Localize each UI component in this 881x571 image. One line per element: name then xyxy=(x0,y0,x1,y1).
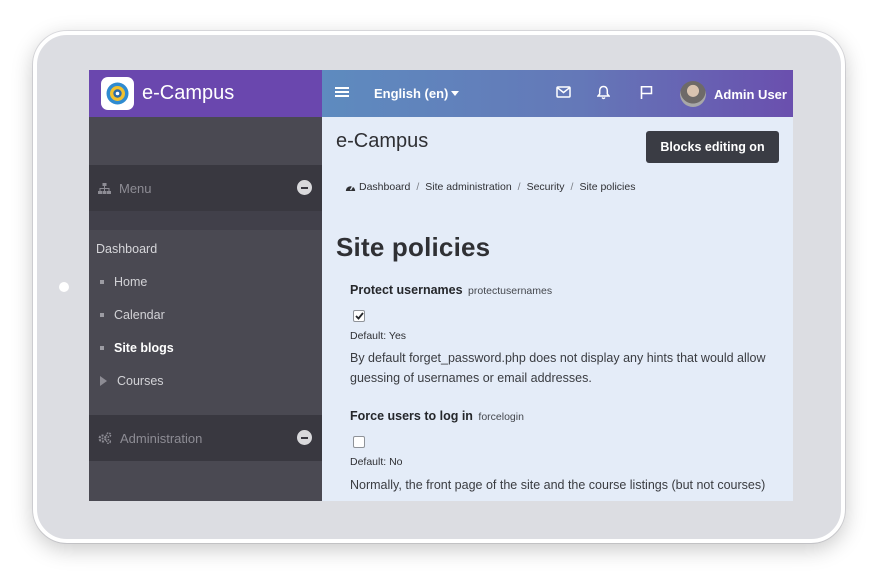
menu-block-header[interactable]: Menu xyxy=(89,165,322,211)
breadcrumb-separator: / xyxy=(517,181,521,193)
setting-description: Normally, the front page of the site and… xyxy=(350,478,766,492)
bullet-icon xyxy=(100,346,104,350)
tablet-camera-dot xyxy=(59,282,69,292)
sitemap-icon xyxy=(98,182,111,194)
language-label: English (en) xyxy=(374,86,449,101)
sidebar-item-label: Home xyxy=(114,275,148,289)
e-campus-logo-icon xyxy=(101,77,134,110)
page-title: Site policies xyxy=(336,232,491,262)
setting-label-forcelogin: Force users to log in forcelogin xyxy=(350,409,524,423)
language-menu[interactable]: English (en) xyxy=(374,86,460,101)
brand-area[interactable]: e-Campus xyxy=(89,70,322,117)
setting-key: protectusernames xyxy=(468,285,553,297)
mail-icon[interactable] xyxy=(556,86,571,98)
sidebar-item-calendar[interactable]: Calendar xyxy=(100,308,165,322)
site-title: e-Campus xyxy=(336,130,429,152)
breadcrumb: Dashboard / Site administration / Securi… xyxy=(345,181,635,193)
setting-label-protectusernames: Protect usernames protectusernames xyxy=(350,283,553,297)
breadcrumb-security[interactable]: Security xyxy=(527,181,565,193)
administration-block-header[interactable]: Administration xyxy=(89,415,322,461)
menu-collapse-icon[interactable] xyxy=(297,180,312,195)
dashboard-icon xyxy=(345,185,356,191)
sidebar-item-home[interactable]: Home xyxy=(100,275,147,289)
bullet-icon xyxy=(100,313,104,317)
breadcrumb-dashboard[interactable]: Dashboard xyxy=(345,181,410,193)
caret-down-icon xyxy=(451,91,460,96)
top-navbar: English (en) Admin User xyxy=(322,70,793,117)
setting-key: forcelogin xyxy=(478,411,524,423)
sidebar-item-dashboard[interactable]: Dashboard xyxy=(96,242,157,256)
sidebar: Menu Dashboard Home Calendar Site blogs … xyxy=(89,117,322,501)
menu-block-title: Menu xyxy=(119,180,152,196)
avatar xyxy=(680,81,706,107)
breadcrumb-separator: / xyxy=(570,181,574,193)
flag-icon[interactable] xyxy=(640,85,653,100)
breadcrumb-separator: / xyxy=(416,181,420,193)
checkmark-icon xyxy=(354,312,364,320)
breadcrumb-site-policies[interactable]: Site policies xyxy=(579,181,635,193)
main-content: e-Campus Blocks editing on Dashboard / S… xyxy=(322,117,793,501)
setting-default: Default: Yes xyxy=(350,330,407,342)
user-menu[interactable]: Admin User xyxy=(680,81,787,107)
screen: e-Campus English (en) Admin User Menu Da… xyxy=(89,70,793,501)
setting-description: By default forget_password.php does not … xyxy=(350,351,766,385)
sidebar-divider xyxy=(89,211,322,230)
sidebar-item-courses[interactable]: Courses xyxy=(100,374,164,388)
sidebar-item-label: Courses xyxy=(117,374,164,388)
bullet-icon xyxy=(100,280,104,284)
forcelogin-checkbox[interactable] xyxy=(353,436,365,448)
bell-icon[interactable] xyxy=(597,85,610,100)
setting-default: Default: No xyxy=(350,456,403,468)
administration-block-title: Administration xyxy=(120,430,203,446)
brand-name: e-Campus xyxy=(142,82,235,104)
protectusernames-checkbox[interactable] xyxy=(353,310,365,322)
cogs-icon xyxy=(98,432,112,444)
menu-icon[interactable] xyxy=(335,86,349,98)
sidebar-item-site-blogs[interactable]: Site blogs xyxy=(100,341,174,355)
sidebar-item-label: Site blogs xyxy=(114,341,174,355)
user-name: Admin User xyxy=(714,86,787,102)
blocks-editing-button[interactable]: Blocks editing on xyxy=(646,131,779,163)
sidebar-item-label: Calendar xyxy=(114,308,165,322)
administration-collapse-icon[interactable] xyxy=(297,430,312,445)
expand-triangle-icon xyxy=(100,376,107,386)
breadcrumb-site-administration[interactable]: Site administration xyxy=(425,181,511,193)
